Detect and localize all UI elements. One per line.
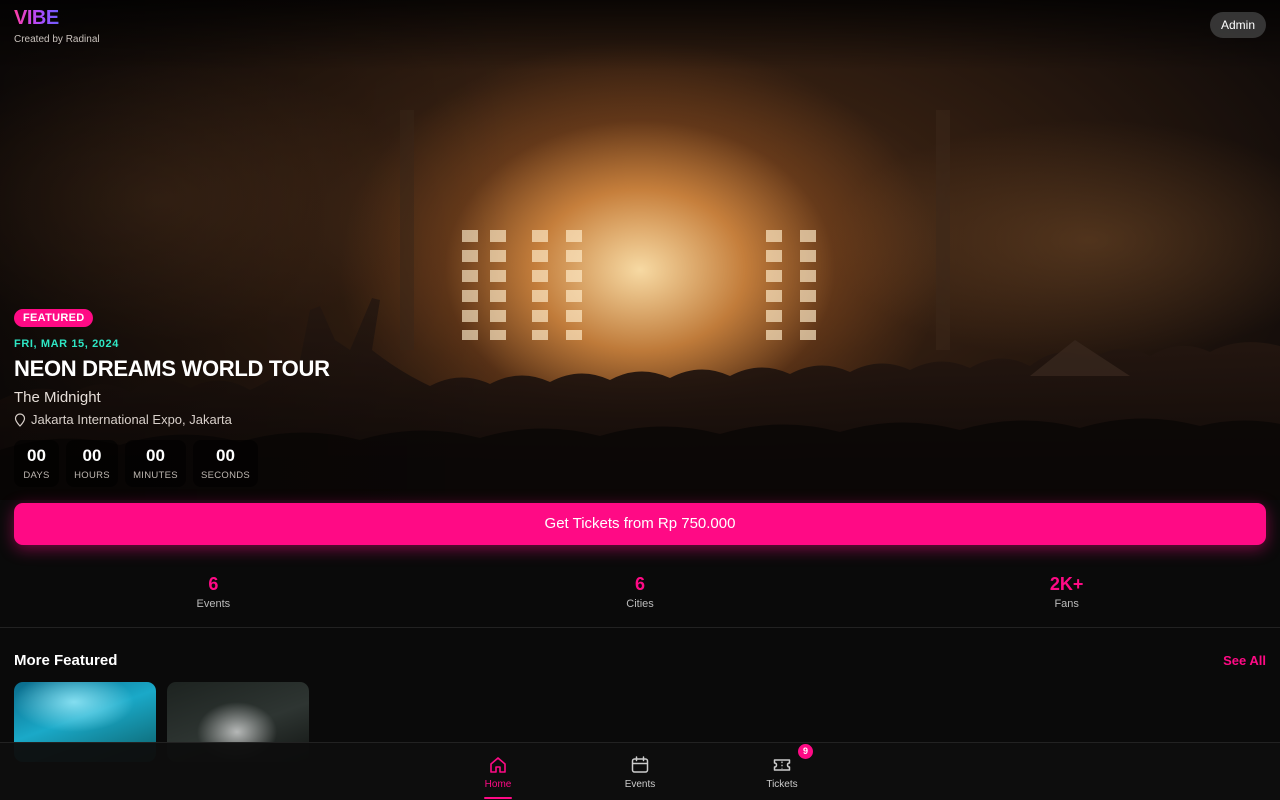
countdown-label: HOURS <box>74 470 110 481</box>
countdown-label: SECONDS <box>200 470 251 481</box>
stat-cities: 6 Cities <box>427 574 854 626</box>
nav-label: Tickets <box>766 779 798 790</box>
venue-text: Jakarta International Expo, Jakarta <box>31 412 232 427</box>
top-bar: VIBE Created by Radinal Admin <box>0 0 1280 50</box>
countdown-label: DAYS <box>23 470 50 481</box>
stat-value: 2K+ <box>1049 574 1084 594</box>
event-title[interactable]: NEON DREAMS WORLD TOUR <box>14 356 330 382</box>
stat-label: Events <box>196 598 231 610</box>
nav-item-events[interactable]: Events <box>600 743 680 800</box>
countdown-seconds: 00 SECONDS <box>193 440 258 487</box>
event-date: FRI, MAR 15, 2024 <box>14 338 119 350</box>
countdown-value: 00 <box>146 446 165 465</box>
countdown-value: 00 <box>27 446 46 465</box>
countdown-timer: 00 DAYS 00 HOURS 00 MINUTES 00 SECONDS <box>14 440 330 487</box>
event-artist: The Midnight <box>14 389 101 406</box>
bottom-nav: Home Events 9 Tickets <box>0 742 1280 800</box>
active-indicator <box>484 797 512 799</box>
get-tickets-button[interactable]: Get Tickets from Rp 750.000 <box>14 503 1266 545</box>
countdown-minutes: 00 MINUTES <box>125 440 186 487</box>
nav-item-tickets[interactable]: 9 Tickets <box>742 743 822 800</box>
more-featured-title: More Featured <box>14 652 118 669</box>
stat-fans: 2K+ Fans <box>853 574 1280 626</box>
location-pin-icon <box>14 412 26 427</box>
stat-value: 6 <box>635 574 646 594</box>
see-all-link[interactable]: See All <box>1223 653 1266 668</box>
tickets-count-badge: 9 <box>798 744 813 759</box>
countdown-label: MINUTES <box>133 470 178 481</box>
stats-row: 6 Events 6 Cities 2K+ Fans <box>0 574 1280 626</box>
stat-events: 6 Events <box>0 574 427 626</box>
stat-label: Fans <box>1054 598 1079 610</box>
stat-label: Cities <box>626 598 654 610</box>
countdown-value: 00 <box>82 446 102 465</box>
nav-item-home[interactable]: Home <box>458 743 538 800</box>
nav-label: Home <box>484 779 512 790</box>
ticket-icon <box>773 759 791 771</box>
home-page: FEATURED FRI, MAR 15, 2024 NEON DREAMS W… <box>0 0 1280 800</box>
admin-button[interactable]: Admin <box>1209 12 1266 38</box>
calendar-icon <box>631 756 649 773</box>
countdown-hours: 00 HOURS <box>66 440 118 487</box>
featured-badge: FEATURED <box>14 309 94 327</box>
app-logo[interactable]: VIBE <box>14 7 59 30</box>
countdown-value: 00 <box>216 446 235 465</box>
featured-hero: FEATURED FRI, MAR 15, 2024 NEON DREAMS W… <box>0 0 1280 500</box>
countdown-days: 00 DAYS <box>14 440 59 487</box>
hero-event-info: FEATURED FRI, MAR 15, 2024 NEON DREAMS W… <box>14 308 330 487</box>
event-venue: Jakarta International Expo, Jakarta <box>14 412 330 427</box>
stat-value: 6 <box>208 574 219 594</box>
home-icon <box>490 757 506 773</box>
section-divider <box>0 627 1280 628</box>
nav-label: Events <box>624 779 656 790</box>
created-by-text: Created by Radinal <box>14 34 100 45</box>
